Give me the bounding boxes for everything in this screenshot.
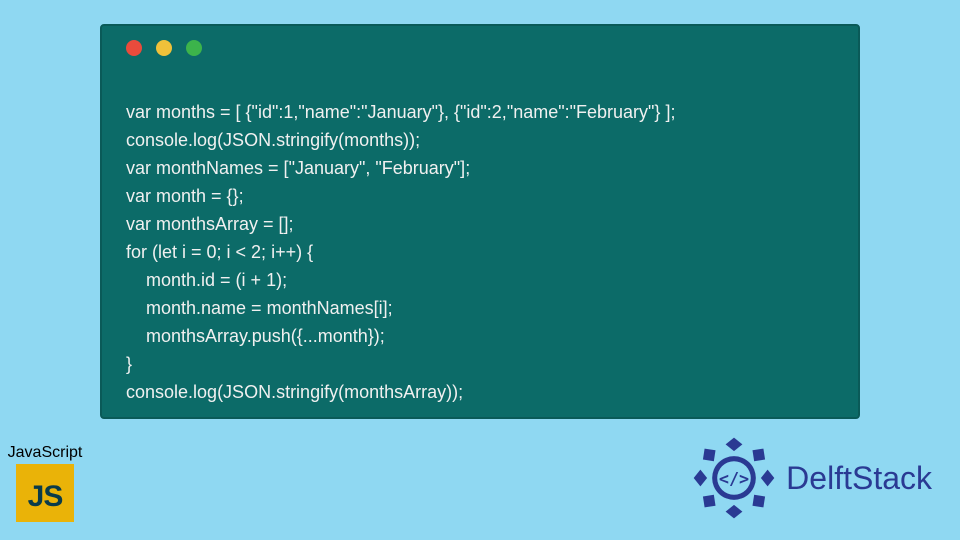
code-line: month.name = monthNames[i]; — [126, 298, 393, 318]
code-line: monthsArray.push({...month}); — [126, 326, 385, 346]
code-line: } — [126, 354, 132, 374]
delftstack-name: DelftStack — [786, 460, 932, 497]
delftstack-logo-icon: </> — [692, 436, 776, 520]
javascript-badge: JavaScript JS — [4, 444, 86, 522]
svg-text:</>: </> — [719, 469, 749, 489]
code-block: var months = [ {"id":1,"name":"January"}… — [126, 70, 834, 434]
code-line: var months = [ {"id":1,"name":"January"}… — [126, 102, 675, 122]
code-line: var monthNames = ["January", "February"]… — [126, 158, 470, 178]
code-line: var monthsArray = []; — [126, 214, 294, 234]
code-line: for (let i = 0; i < 2; i++) { — [126, 242, 313, 262]
code-line: month.id = (i + 1); — [126, 270, 287, 290]
js-logo-text: JS — [28, 480, 63, 514]
js-badge-label: JavaScript — [4, 444, 86, 462]
maximize-icon — [186, 40, 202, 56]
code-line: var month = {}; — [126, 186, 244, 206]
close-icon — [126, 40, 142, 56]
code-line: console.log(JSON.stringify(monthsArray))… — [126, 382, 463, 402]
code-window: var months = [ {"id":1,"name":"January"}… — [100, 24, 860, 419]
delftstack-brand: </> DelftStack — [692, 436, 932, 520]
window-traffic-lights — [126, 40, 834, 56]
code-line: console.log(JSON.stringify(months)); — [126, 130, 420, 150]
minimize-icon — [156, 40, 172, 56]
js-logo-icon: JS — [16, 464, 74, 522]
